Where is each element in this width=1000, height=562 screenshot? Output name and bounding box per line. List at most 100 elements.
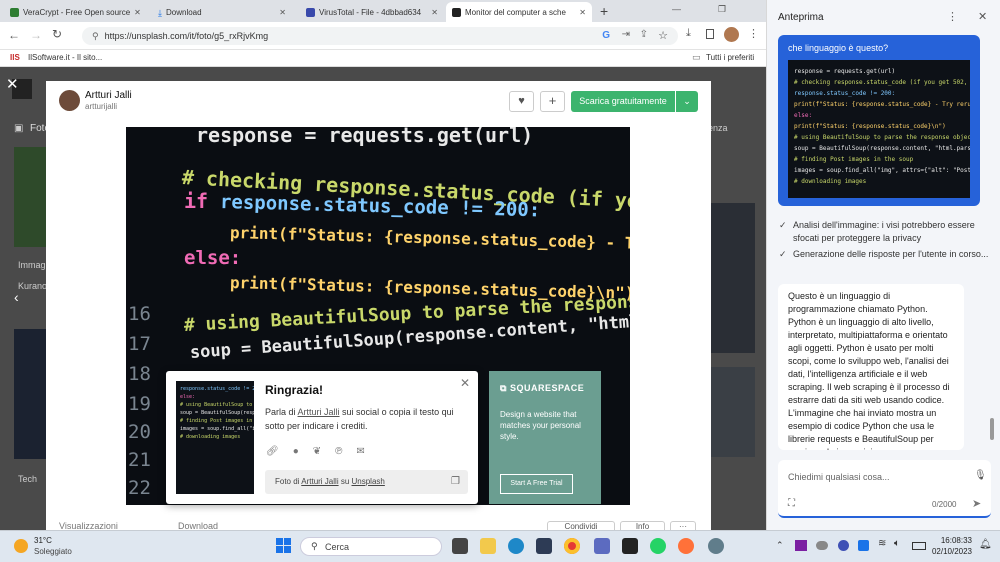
tray-app-icon[interactable]	[858, 540, 869, 551]
assistant-answer: Questo è un linguaggio di programmazione…	[788, 291, 950, 450]
file-explorer-icon[interactable]	[480, 538, 496, 554]
sun-icon[interactable]	[14, 539, 28, 553]
search-label: Cerca	[325, 542, 350, 552]
link-icon[interactable]: 🔗︎	[266, 446, 279, 457]
credit-site-link[interactable]: Unsplash	[352, 477, 385, 486]
bookmarks-bar: IlS IlSoftware.it - Il sito... ▭ Tutti i…	[0, 50, 766, 67]
reload-icon[interactable]: ↻	[52, 27, 62, 41]
tray-app-icon[interactable]	[838, 540, 849, 551]
chevron-up-icon[interactable]: ⌃	[776, 540, 784, 551]
prev-photo-arrow-icon[interactable]: ‹	[14, 289, 19, 305]
twitter-icon[interactable]: ❦	[313, 446, 321, 457]
profile-avatar[interactable]	[724, 27, 739, 42]
site-info-icon[interactable]: ⚲	[92, 31, 99, 42]
battery-icon[interactable]	[912, 542, 926, 550]
search-icon: ⚲	[311, 541, 318, 551]
download-free-button[interactable]: Scarica gratuitamente	[571, 91, 675, 112]
maximize-icon[interactable]: ❐	[718, 4, 726, 15]
credit-name-link[interactable]: Artturi Jalli	[301, 477, 338, 486]
photographer-name[interactable]: Artturi Jalli	[85, 90, 132, 101]
clock-time[interactable]: 16:08:33	[930, 536, 972, 545]
close-popup-icon[interactable]: ✕	[460, 376, 470, 390]
folder-icon: ▭	[692, 52, 701, 62]
chrome-icon[interactable]	[564, 538, 580, 554]
thumb-code: response.status_code != 200:	[180, 386, 254, 392]
tab-title: VirusTotal - File - 4dbbad634	[319, 7, 422, 17]
more-menu-icon[interactable]: ⋮	[748, 27, 759, 40]
microphone-icon[interactable]: 🎙︎	[974, 470, 987, 481]
settings-gear-icon[interactable]	[708, 538, 724, 554]
terminal-icon[interactable]	[622, 538, 638, 554]
bookmark-ilsoftware[interactable]: IlSoftware.it - Il sito...	[28, 53, 102, 62]
network-app-icon[interactable]	[594, 538, 610, 554]
install-icon[interactable]: ⇥	[622, 29, 630, 40]
firefox-icon[interactable]	[678, 538, 694, 554]
sidebar-icon[interactable]	[706, 29, 714, 39]
notification-bell-icon[interactable]: 🔔︎	[979, 539, 992, 550]
like-button[interactable]: ♥	[509, 91, 534, 112]
minimize-icon[interactable]: —	[672, 4, 681, 14]
code-line: response = requests.get(url)	[196, 127, 534, 147]
store-icon[interactable]	[536, 538, 552, 554]
close-icon[interactable]: ✕	[431, 8, 438, 17]
chat-input[interactable]: Chiedimi qualsiasi cosa...	[788, 472, 890, 482]
edge-icon[interactable]	[508, 538, 524, 554]
download-options-button[interactable]: ⌄	[676, 91, 698, 112]
attached-image[interactable]: response = requests.get(url) # checking …	[788, 60, 970, 198]
squarespace-ad[interactable]: ⧉ SQUARESPACE Design a website that matc…	[489, 371, 601, 504]
back-icon[interactable]: ←	[8, 28, 20, 42]
tab-download[interactable]: ⤓ Download ✕	[152, 2, 292, 22]
weather-condition: Soleggiato	[34, 547, 72, 556]
bookmark-star-icon[interactable]: ☆	[658, 29, 668, 42]
close-icon[interactable]: ✕	[579, 8, 586, 17]
copy-icon[interactable]: ❐	[451, 470, 460, 494]
whatsapp-icon[interactable]	[650, 538, 666, 554]
all-bookmarks-link[interactable]: Tutti i preferiti	[706, 53, 754, 62]
send-icon[interactable]: ➤	[972, 497, 981, 510]
photographer-handle[interactable]: artturijalli	[85, 102, 117, 111]
add-to-collection-button[interactable]: +	[540, 91, 565, 112]
plus-icon: +	[548, 93, 557, 108]
task-view-icon[interactable]	[452, 538, 468, 554]
photographer-link[interactable]: Artturi Jalli	[298, 407, 340, 417]
url-field[interactable]: ⚲ https://unsplash.com/it/foto/g5_rxRjvK…	[82, 27, 678, 45]
close-icon[interactable]: ✕	[279, 8, 286, 17]
photographer-avatar[interactable]	[59, 90, 80, 111]
onenote-icon[interactable]	[795, 540, 807, 551]
line-number: 20	[128, 421, 151, 443]
tab-unsplash[interactable]: Monitor del computer a sche ✕	[446, 2, 592, 22]
tab-veracrypt[interactable]: VeraCrypt - Free Open source ✕	[4, 2, 144, 22]
weather-temp[interactable]: 31°C	[34, 536, 52, 545]
line-number: 17	[128, 333, 151, 355]
facebook-icon[interactable]: ●	[293, 446, 299, 457]
cloud-icon[interactable]	[816, 541, 828, 550]
thumb-code: print(f"Status: {response.status_code} -…	[794, 101, 970, 108]
credit-text-box[interactable]: Foto di Artturi Jalli su Unsplash ❐	[265, 470, 468, 494]
new-tab-button[interactable]: +	[600, 3, 608, 19]
ad-cta-button[interactable]: Start A Free Trial	[500, 474, 573, 494]
email-icon[interactable]: ✉	[357, 446, 365, 457]
more-menu-icon[interactable]: ⋮	[947, 10, 958, 23]
chat-input-box[interactable]: Chiedimi qualsiasi cosa... 🎙︎ ⛶ 0/2000 ➤	[778, 460, 991, 518]
unsplash-favicon-icon	[452, 7, 461, 17]
copilot-title: Anteprima	[778, 12, 824, 23]
google-lens-icon[interactable]: G	[602, 30, 610, 41]
volume-icon[interactable]: 🔈︎	[894, 538, 900, 549]
wifi-icon[interactable]: ≋	[878, 538, 886, 549]
line-number: 16	[128, 303, 151, 325]
thumb-code: # checking response.status_code (if you …	[794, 79, 970, 86]
close-icon[interactable]: ✕	[978, 10, 987, 23]
share-icon[interactable]: ⇪	[640, 29, 648, 40]
scrollbar[interactable]	[990, 418, 994, 440]
close-icon[interactable]: ✕	[134, 8, 141, 17]
taskbar-search[interactable]: ⚲ Cerca	[300, 537, 442, 556]
clock-date[interactable]: 02/10/2023	[926, 547, 972, 556]
credit-pre: Foto di	[275, 477, 302, 486]
download-icon[interactable]: ⤓	[686, 27, 691, 40]
windows-start-icon[interactable]	[276, 538, 291, 553]
image-search-icon[interactable]: ⛶	[788, 498, 795, 509]
close-modal-icon[interactable]: ✕	[6, 75, 19, 93]
thumb-code: else:	[794, 112, 813, 119]
tab-virustotal[interactable]: VirusTotal - File - 4dbbad634 ✕	[300, 2, 444, 22]
pinterest-icon[interactable]: ℗	[335, 446, 342, 457]
